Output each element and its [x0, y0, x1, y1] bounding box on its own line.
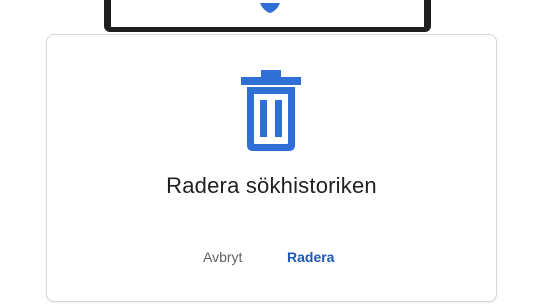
delete-button[interactable]: Radera — [287, 249, 334, 265]
screen: Radera sökhistoriken Avbryt Radera — [0, 0, 543, 305]
dialog-title: Radera sökhistoriken — [166, 173, 377, 198]
shield-icon — [258, 0, 282, 13]
dialog-actions: Avbryt Radera — [47, 249, 496, 269]
delete-history-dialog: Radera sökhistoriken Avbryt Radera — [46, 34, 497, 302]
trash-icon — [239, 69, 303, 153]
cancel-button[interactable]: Avbryt — [203, 249, 242, 265]
